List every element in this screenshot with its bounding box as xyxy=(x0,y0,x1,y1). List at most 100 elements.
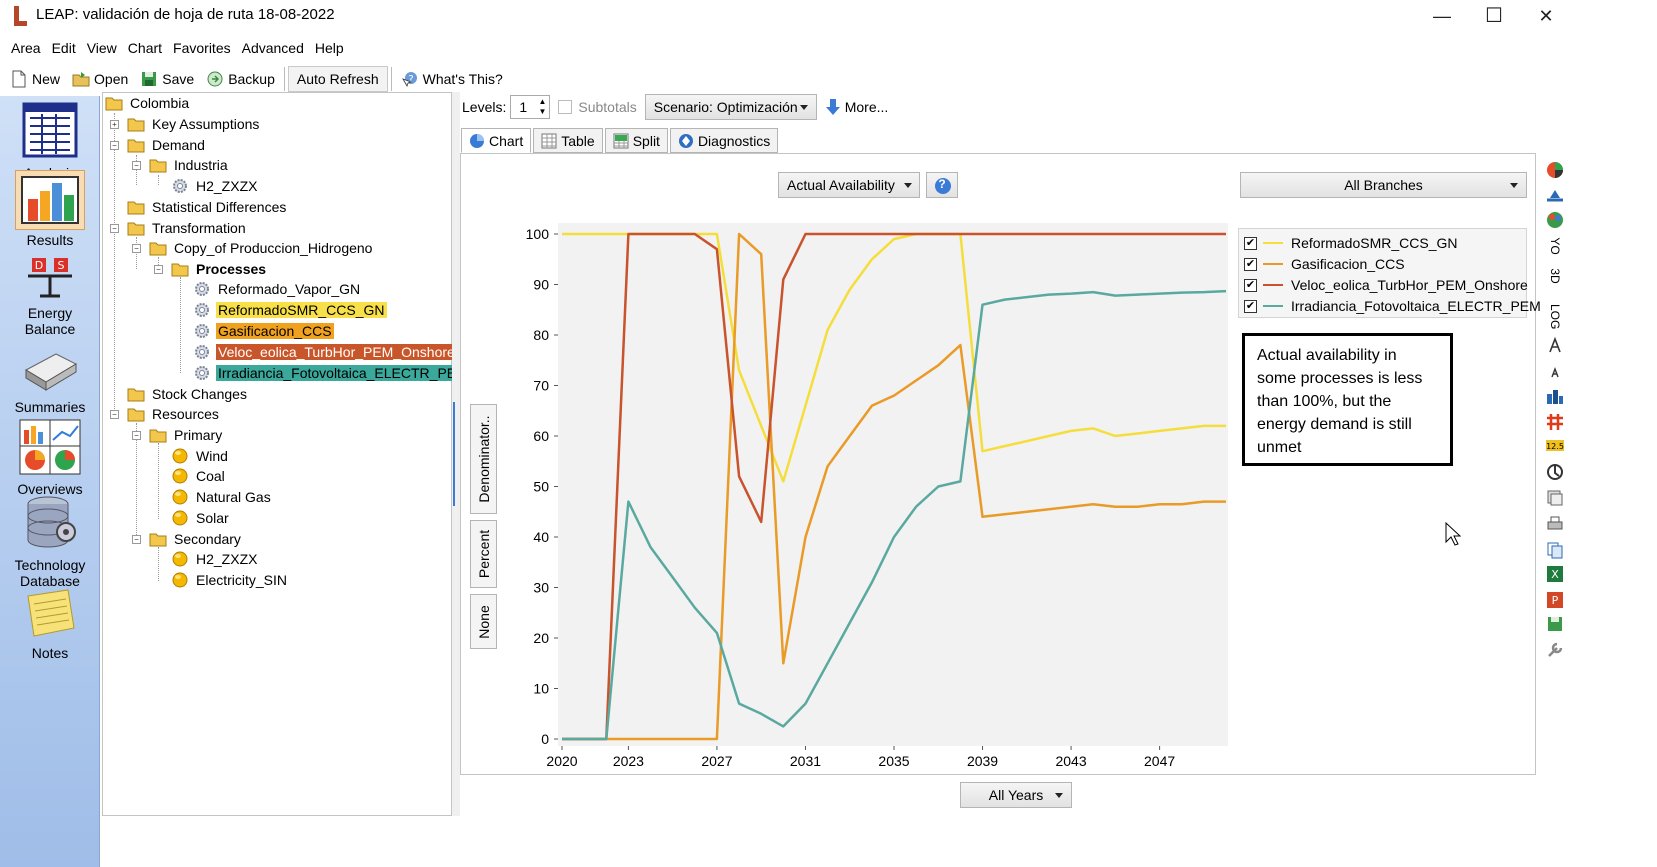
print-icon[interactable] xyxy=(1545,514,1565,534)
font-decrease-icon[interactable] xyxy=(1545,362,1565,382)
menu-favorites[interactable]: Favorites xyxy=(169,36,238,60)
tree-node-h2-zxzx-demand[interactable]: H2_ZXZX xyxy=(171,176,259,196)
branches-dropdown[interactable]: All Branches xyxy=(1240,172,1527,198)
legend-item[interactable]: ✔ Irradiancia_Fotovoltaica_ELECTR_PEM xyxy=(1244,296,1541,316)
tree-collapse-toggle[interactable]: − xyxy=(132,161,141,170)
chart-type-icon[interactable] xyxy=(1545,160,1565,180)
menu-edit[interactable]: Edit xyxy=(48,36,83,60)
line-style-icon[interactable] xyxy=(1545,186,1565,206)
variable-dropdown[interactable]: Actual Availability xyxy=(778,172,920,198)
view-overviews[interactable]: Overviews xyxy=(0,418,100,497)
tab-percent[interactable]: Percent xyxy=(470,520,497,588)
grid-lines-icon[interactable] xyxy=(1545,412,1565,432)
tab-table[interactable]: Table xyxy=(533,128,603,153)
tree-collapse-toggle[interactable]: − xyxy=(132,244,141,253)
tree-node-reformado-smr[interactable]: ReformadoSMR_CCS_GN xyxy=(193,300,387,320)
tree-node-processes[interactable]: Processes xyxy=(171,259,268,279)
tree-node-demand[interactable]: Demand xyxy=(127,135,207,155)
legend-checkbox[interactable]: ✔ xyxy=(1244,278,1257,292)
legend-item[interactable]: ✔ Veloc_eolica_TurbHor_PEM_Onshore xyxy=(1244,275,1528,295)
levels-spinner[interactable]: 1 ▲ ▼ xyxy=(510,95,551,119)
tree-node-transformation[interactable]: Transformation xyxy=(127,218,248,238)
view-results[interactable]: Results xyxy=(0,170,100,248)
font-increase-icon[interactable] xyxy=(1545,336,1565,356)
save-chart-icon[interactable] xyxy=(1545,614,1565,634)
tab-denominator[interactable]: Denominator.. xyxy=(470,404,497,514)
subtotals-checkbox-box[interactable] xyxy=(558,100,573,114)
tree-node-statistical-differences[interactable]: Statistical Differences xyxy=(127,197,288,217)
years-dropdown[interactable]: All Years xyxy=(960,782,1072,808)
tree-expand-toggle[interactable]: + xyxy=(110,120,119,129)
tab-none[interactable]: None xyxy=(470,594,497,649)
tree-node-wind[interactable]: Wind xyxy=(171,446,230,466)
tree-collapse-toggle[interactable]: − xyxy=(110,410,119,419)
menu-view[interactable]: View xyxy=(83,36,124,60)
menu-help[interactable]: Help xyxy=(311,36,351,60)
tab-split[interactable]: Split xyxy=(604,128,668,153)
tree-node-copy-of-produccion[interactable]: Copy_of Produccion_Hidrogeno xyxy=(149,238,374,258)
tree-node-stock-changes[interactable]: Stock Changes xyxy=(127,384,249,404)
log-scale-button[interactable]: LOG xyxy=(1545,304,1565,329)
maximize-button[interactable]: ☐ xyxy=(1479,4,1509,28)
legend-checkbox[interactable]: ✔ xyxy=(1244,257,1257,271)
tab-chart[interactable]: Chart xyxy=(461,128,532,153)
tree-node-industria[interactable]: Industria xyxy=(149,155,230,175)
color-palette-icon[interactable] xyxy=(1545,210,1565,230)
copy-icon[interactable] xyxy=(1545,540,1565,560)
menu-area[interactable]: Area xyxy=(0,36,48,60)
close-button[interactable]: ✕ xyxy=(1531,4,1561,28)
scenario-dropdown[interactable]: Scenario: Optimización xyxy=(644,94,817,120)
y-origin-button[interactable]: YO xyxy=(1545,236,1565,256)
menu-chart[interactable]: Chart xyxy=(124,36,169,60)
tree-node-electricity-sin[interactable]: Electricity_SIN xyxy=(171,570,289,590)
more-button[interactable]: More... xyxy=(825,98,888,116)
tab-diagnostics[interactable]: Diagnostics xyxy=(669,128,779,153)
splitter-handle[interactable] xyxy=(453,402,459,506)
view-summaries[interactable]: Summaries xyxy=(0,348,100,415)
excel-icon[interactable]: X xyxy=(1545,564,1565,584)
copy-chart-icon[interactable] xyxy=(1545,488,1565,508)
view-notes[interactable]: Notes xyxy=(0,588,100,661)
data-labels-icon[interactable]: 12.5 xyxy=(1545,436,1565,456)
tree-collapse-toggle[interactable]: − xyxy=(132,535,141,544)
menu-advanced[interactable]: Advanced xyxy=(238,36,311,60)
legend-item[interactable]: ✔ ReformadoSMR_CCS_GN xyxy=(1244,233,1458,253)
animate-icon[interactable] xyxy=(1545,462,1565,482)
spinner-arrows-icon[interactable]: ▲ ▼ xyxy=(538,97,546,117)
view-technology-database[interactable]: Technology Database xyxy=(0,494,100,589)
legend-item[interactable]: ✔ Gasificacion_CCS xyxy=(1244,254,1405,274)
tree-node-primary[interactable]: Primary xyxy=(149,425,224,445)
new-button[interactable]: New xyxy=(4,66,66,92)
tree-node-irradiancia[interactable]: Irradiancia_Fotovoltaica_ELECTR_PEM xyxy=(193,363,470,383)
legend-checkbox[interactable]: ✔ xyxy=(1244,299,1257,313)
variable-help-button[interactable]: ? xyxy=(926,172,958,198)
tree-collapse-toggle[interactable]: − xyxy=(132,431,141,440)
3d-toggle-button[interactable]: 3D xyxy=(1545,266,1565,286)
wrench-icon[interactable] xyxy=(1545,640,1565,660)
tree-node-natural-gas[interactable]: Natural Gas xyxy=(171,487,273,507)
tree-node-h2-zxzx-resource[interactable]: H2_ZXZX xyxy=(171,549,259,569)
view-energy-balance[interactable]: DS Energy Balance xyxy=(0,254,100,337)
tree-node-veloc-eolica[interactable]: Veloc_eolica_TurbHor_PEM_Onshore xyxy=(193,342,457,362)
whats-this-button[interactable]: ? What's This? xyxy=(395,66,509,92)
save-button[interactable]: Save xyxy=(134,66,200,92)
tree-node-coal[interactable]: Coal xyxy=(171,466,227,486)
tree-collapse-toggle[interactable]: − xyxy=(110,141,119,150)
tree-node-key-assumptions[interactable]: Key Assumptions xyxy=(127,114,261,134)
open-button[interactable]: Open xyxy=(66,66,134,92)
stacked-chart-icon[interactable] xyxy=(1545,386,1565,406)
tree-node-gasificacion[interactable]: Gasificacion_CCS xyxy=(193,321,334,341)
legend-checkbox[interactable]: ✔ xyxy=(1244,236,1257,250)
tree-collapse-toggle[interactable]: − xyxy=(154,265,163,274)
powerpoint-icon[interactable]: P xyxy=(1545,590,1565,610)
backup-button[interactable]: Backup xyxy=(200,66,281,92)
panel-splitter[interactable] xyxy=(452,92,460,816)
auto-refresh-toggle[interactable]: Auto Refresh xyxy=(287,66,388,92)
tree-node-secondary[interactable]: Secondary xyxy=(149,529,243,549)
tree-node-solar[interactable]: Solar xyxy=(171,508,231,528)
tree-collapse-toggle[interactable]: − xyxy=(110,224,119,233)
minimize-button[interactable]: — xyxy=(1427,4,1457,28)
subtotals-checkbox[interactable]: Subtotals xyxy=(558,99,637,115)
tree-node-colombia[interactable]: Colombia xyxy=(105,93,191,113)
tree-node-reformado-vapor[interactable]: Reformado_Vapor_GN xyxy=(193,279,362,299)
